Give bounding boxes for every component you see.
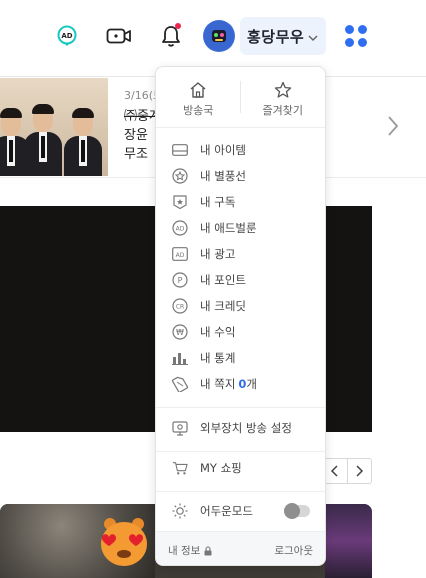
menu-footer: 내 정보 로그아웃 xyxy=(156,531,325,565)
ad-balloon-icon: AD xyxy=(172,220,188,236)
menu-item-my-stats[interactable]: 내 통계 xyxy=(172,348,235,368)
menu-item-broadcast-settings[interactable]: 외부장치 방송 설정 xyxy=(172,418,292,438)
chevron-down-icon xyxy=(307,29,319,48)
message-icon xyxy=(172,376,188,392)
apps-grid-icon[interactable] xyxy=(345,25,369,49)
notification-dot xyxy=(175,23,181,29)
user-menu-button[interactable]: 홍당무우 xyxy=(240,17,326,55)
sun-icon xyxy=(172,503,188,519)
menu-divider xyxy=(156,491,325,492)
menu-item-my-credits[interactable]: CR 내 크레딧 xyxy=(172,296,246,316)
station-tab[interactable]: 방송국 xyxy=(156,67,241,127)
point-icon: P xyxy=(172,272,188,288)
character-image xyxy=(101,518,147,566)
broadcast-title-line3[interactable]: 무조 xyxy=(124,143,148,162)
menu-item-dark-mode[interactable]: 어두운모드 xyxy=(172,501,253,521)
card-icon xyxy=(172,142,188,158)
chevron-right-icon[interactable] xyxy=(386,114,400,142)
menu-item-my-star-balloons[interactable]: 내 별풍선 xyxy=(172,166,246,186)
lock-icon xyxy=(204,545,212,555)
menu-divider xyxy=(156,127,325,128)
menu-item-my-revenue[interactable]: ₩ 내 수익 xyxy=(172,322,235,342)
broadcast-device-icon xyxy=(172,420,188,436)
stats-icon xyxy=(172,350,188,366)
menu-item-my-subscription[interactable]: 내 구독 xyxy=(172,192,235,212)
star-icon xyxy=(274,81,291,98)
svg-text:AD: AD xyxy=(176,226,185,233)
station-tab-label: 방송국 xyxy=(183,104,214,117)
svg-text:CR: CR xyxy=(176,304,184,311)
bell-icon[interactable] xyxy=(157,22,185,50)
svg-text:AD: AD xyxy=(176,252,185,259)
message-count: 0 xyxy=(238,377,247,391)
user-dropdown-menu: 방송국 즐겨찾기 내 아이템 내 별풍선 내 구독 AD 내 애드벌룬 AD 내… xyxy=(155,66,326,566)
svg-text:P: P xyxy=(178,276,183,285)
credit-icon: CR xyxy=(172,298,188,314)
menu-item-my-shopping[interactable]: MY 쇼핑 xyxy=(172,458,242,478)
pager xyxy=(322,458,372,484)
menu-item-my-items[interactable]: 내 아이템 xyxy=(172,140,246,160)
avatar[interactable] xyxy=(203,20,235,52)
broadcast-title-line2[interactable]: 장윤 xyxy=(124,124,148,143)
prev-page-button[interactable] xyxy=(323,459,347,483)
menu-divider xyxy=(156,451,325,452)
home-icon xyxy=(190,82,206,98)
favorites-tab-label: 즐겨찾기 xyxy=(262,104,303,117)
star-balloon-icon xyxy=(172,168,188,184)
toggle-knob xyxy=(284,503,300,519)
menu-divider xyxy=(156,407,325,408)
menu-item-my-ads[interactable]: AD 내 광고 xyxy=(172,244,235,264)
ad-balloon-header-icon[interactable]: AD xyxy=(53,22,81,50)
username: 홍당무우 xyxy=(247,27,305,46)
menu-item-my-messages[interactable]: 내 쪽지 0개 xyxy=(172,374,257,394)
camera-icon[interactable] xyxy=(105,22,133,50)
svg-text:AD: AD xyxy=(61,32,72,40)
top-header: AD 홍당무우 xyxy=(0,0,426,74)
logout-button[interactable]: 로그아웃 xyxy=(274,543,313,558)
menu-item-my-ad-balloons[interactable]: AD 내 애드벌룬 xyxy=(172,218,257,238)
menu-item-my-points[interactable]: P 내 포인트 xyxy=(172,270,246,290)
dark-mode-toggle[interactable] xyxy=(284,503,310,519)
broadcast-thumbnail[interactable] xyxy=(0,78,108,176)
my-info-link[interactable]: 내 정보 xyxy=(168,543,213,558)
next-page-button[interactable] xyxy=(346,459,372,483)
favorites-tab[interactable]: 즐겨찾기 xyxy=(241,67,326,127)
subscribe-icon xyxy=(172,194,188,210)
won-icon: ₩ xyxy=(172,324,188,340)
ad-box-icon: AD xyxy=(172,246,188,262)
svg-text:₩: ₩ xyxy=(176,328,184,337)
cart-icon xyxy=(172,460,188,476)
